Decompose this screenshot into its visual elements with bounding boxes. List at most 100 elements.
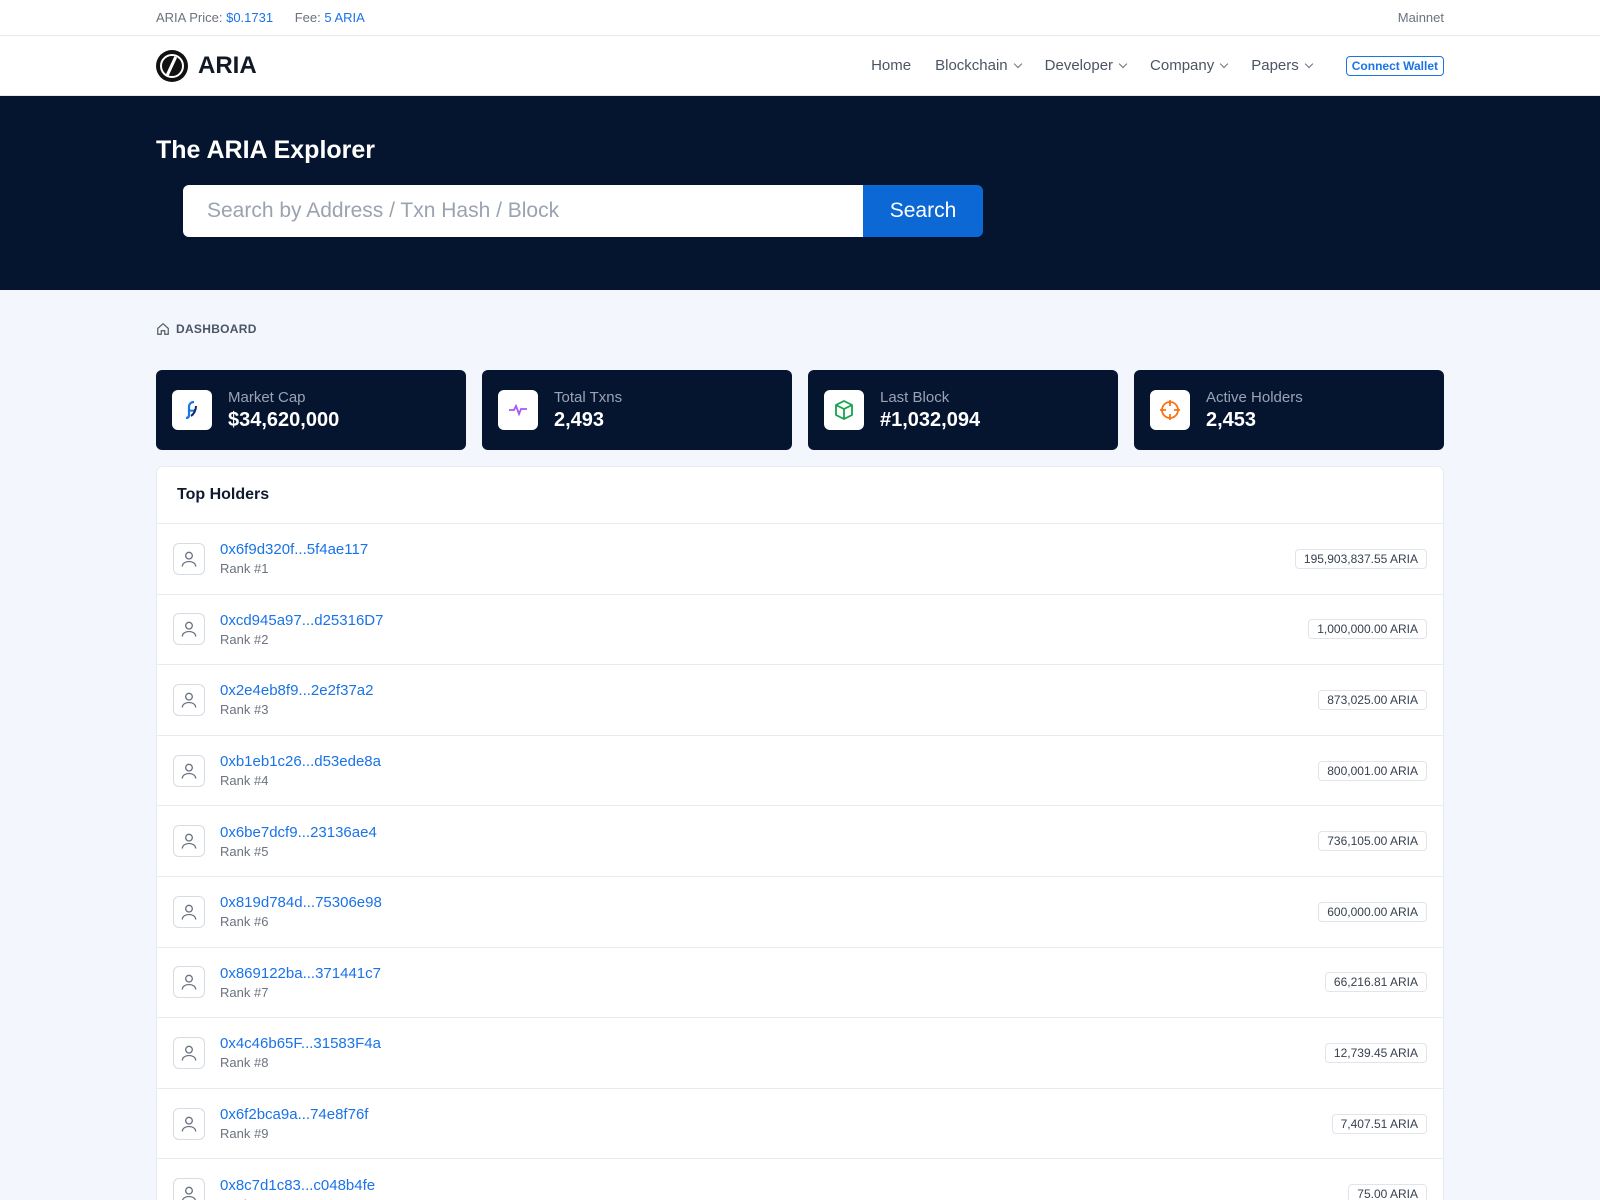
nav-menu: Home Blockchain Developer Company Papers Conn… (871, 55, 1444, 76)
holder-address-link[interactable]: 0x819d784d...75306e98 (220, 894, 382, 911)
chevron-down-icon (1219, 59, 1229, 69)
user-icon (173, 1107, 205, 1140)
search-button[interactable]: Search (863, 185, 983, 237)
holder-rank: Rank #2 (220, 631, 269, 647)
network-selector[interactable]: Mainnet (1398, 10, 1444, 25)
stat-label: Market Cap (228, 388, 306, 406)
user-icon (173, 613, 205, 646)
holder-rank: Rank #9 (220, 1126, 269, 1142)
holder-address-link[interactable]: 0x8c7d1c83...c048b4fe (220, 1177, 375, 1194)
holder-row: 0xb1eb1c26...d53ede8a Rank #4 800,001.00 A… (157, 736, 1443, 807)
fee-value: 5 ARIA (324, 10, 365, 25)
holder-address-link[interactable]: 0xb1eb1c26...d53ede8a (220, 753, 381, 770)
holder-info: 0x4c46b65F...31583F4a Rank #8 (220, 1035, 381, 1070)
user-icon (173, 966, 205, 999)
stat-text: Market Cap $34,620,000 (228, 389, 339, 432)
user-icon (173, 825, 205, 858)
chevron-down-icon (1304, 59, 1314, 69)
stat-text: Total Txns 2,493 (554, 389, 622, 432)
breadcrumb-label: DASHBOARD (176, 322, 257, 336)
holder-balance-badge: 873,025.00 ARIA (1318, 689, 1427, 710)
holder-info: 0xcd945a97...d25316D7 Rank #2 (220, 612, 383, 647)
connect-wallet-button[interactable]: Connect Wallet (1345, 55, 1444, 76)
holder-address-link[interactable]: 0xcd945a97...d25316D7 (220, 612, 383, 629)
hero-section: The ARIA Explorer Search (0, 96, 1600, 290)
nav-item-home[interactable]: Home (871, 57, 911, 74)
stat-label: Active Holders (1206, 388, 1303, 406)
holder-rank: Rank #5 (220, 843, 269, 859)
holder-address-link[interactable]: 0x2e4eb8f9...2e2f37a2 (220, 682, 373, 699)
holder-info: 0x2e4eb8f9...2e2f37a2 Rank #3 (220, 682, 373, 717)
stat-card-active-holders: Active Holders 2,453 (1134, 370, 1444, 450)
stat-label: Last Block (880, 388, 950, 406)
chevron-down-icon (1118, 59, 1128, 69)
stat-value: $34,620,000 (228, 408, 340, 431)
holder-address-link[interactable]: 0x6be7dcf9...23136ae4 (220, 824, 377, 841)
holder-address-link[interactable]: 0x6f2bca9a...74e8f76f (220, 1106, 368, 1123)
holder-balance-badge: 1,000,000.00 ARIA (1308, 619, 1427, 640)
holder-rank: Rank #1 (220, 561, 269, 577)
nav-item-label: Papers (1251, 57, 1299, 74)
user-icon (173, 683, 205, 716)
nav-item-label: Company (1150, 57, 1215, 74)
stat-text: Last Block #1,032,094 (880, 389, 980, 432)
chevron-down-icon (1013, 59, 1022, 69)
main-content: DASHBOARD Market Cap $34,620,000 Total Txn… (0, 290, 1600, 1200)
holder-info: 0x819d784d...75306e98 Rank #6 (220, 894, 382, 929)
stat-value: 2,453 (1206, 408, 1257, 431)
holder-balance-badge: 66,216.81 ARIA (1324, 972, 1427, 993)
holder-address-link[interactable]: 0x869122ba...371441c7 (220, 965, 381, 982)
price-item: ARIA Price: $0.1731 (156, 10, 273, 25)
stat-card-market-cap: Market Cap $34,620,000 (156, 370, 466, 450)
brand[interactable]: ARIA (156, 49, 257, 82)
price-info: ARIA Price: $0.1731 Fee: 5 ARIA (156, 10, 383, 25)
holder-info: 0x869122ba...371441c7 Rank #7 (220, 965, 381, 1000)
search-input[interactable] (183, 185, 863, 237)
holder-row: 0x8c7d1c83...c048b4fe Rank #10 75.00 ARIA (157, 1159, 1443, 1200)
currency-icon (172, 390, 212, 430)
breadcrumb: DASHBOARD (156, 322, 1444, 336)
activity-icon (498, 390, 538, 430)
aria-logo-icon (156, 49, 188, 82)
home-icon (157, 322, 169, 335)
holder-rank: Rank #7 (220, 984, 269, 1000)
holder-balance-badge: 7,407.51 ARIA (1331, 1113, 1427, 1134)
brand-name: ARIA (198, 51, 257, 79)
holder-balance-badge: 600,000.00 ARIA (1318, 901, 1427, 922)
nav-item-developer[interactable]: Developer (1045, 57, 1128, 74)
user-icon (173, 895, 205, 928)
holder-info: 0x6f9d320f...5f4ae117 Rank #1 (220, 541, 368, 576)
holder-address-link[interactable]: 0x4c46b65F...31583F4a (220, 1035, 381, 1052)
holder-balance-badge: 800,001.00 ARIA (1318, 760, 1427, 781)
holder-rank: Rank #4 (220, 773, 269, 789)
stat-value: 2,493 (554, 408, 605, 431)
holder-rank: Rank #3 (220, 702, 269, 718)
user-icon (173, 1178, 205, 1200)
nav-item-label: Home (871, 57, 912, 74)
stats-row: Market Cap $34,620,000 Total Txns 2,493 Last… (156, 370, 1444, 450)
stat-text: Active Holders 2,453 (1206, 389, 1303, 432)
holder-rank: Rank #6 (220, 914, 269, 930)
holder-balance-badge: 195,903,837.55 ARIA (1294, 548, 1427, 569)
holder-info: 0x6be7dcf9...23136ae4 Rank #5 (220, 824, 377, 859)
nav-item-papers[interactable]: Papers (1251, 57, 1314, 74)
holder-row: 0x6be7dcf9...23136ae4 Rank #5 736,105.00 A… (157, 806, 1443, 877)
holder-row: 0x4c46b65F...31583F4a Rank #8 12,739.45 AR… (157, 1018, 1443, 1089)
fee-item: Fee: 5 ARIA (295, 10, 365, 25)
cube-icon (824, 390, 864, 430)
holder-rank: Rank #10 (220, 1197, 375, 1200)
holder-info: 0x8c7d1c83...c048b4fe Rank #10 (220, 1177, 375, 1200)
nav-item-blockchain[interactable]: Blockchain (935, 57, 1022, 74)
stat-label: Total Txns (554, 388, 623, 406)
search-bar: Search (183, 185, 983, 237)
page-title: The ARIA Explorer (156, 136, 376, 164)
holder-row: 0x2e4eb8f9...2e2f37a2 Rank #3 873,025.00 A… (157, 665, 1443, 736)
holder-info: 0x6f2bca9a...74e8f76f Rank #9 (220, 1106, 368, 1141)
stat-card-total-txns: Total Txns 2,493 (482, 370, 792, 450)
holder-balance-badge: 75.00 ARIA (1348, 1184, 1427, 1200)
holder-balance-badge: 736,105.00 ARIA (1318, 831, 1427, 852)
holder-address-link[interactable]: 0x6f9d320f...5f4ae117 (220, 541, 368, 558)
holders-list: 0x6f9d320f...5f4ae117 Rank #1 195,903,837.… (157, 524, 1443, 1200)
nav-item-company[interactable]: Company (1150, 57, 1229, 74)
top-holders-title: Top Holders (157, 467, 1443, 524)
